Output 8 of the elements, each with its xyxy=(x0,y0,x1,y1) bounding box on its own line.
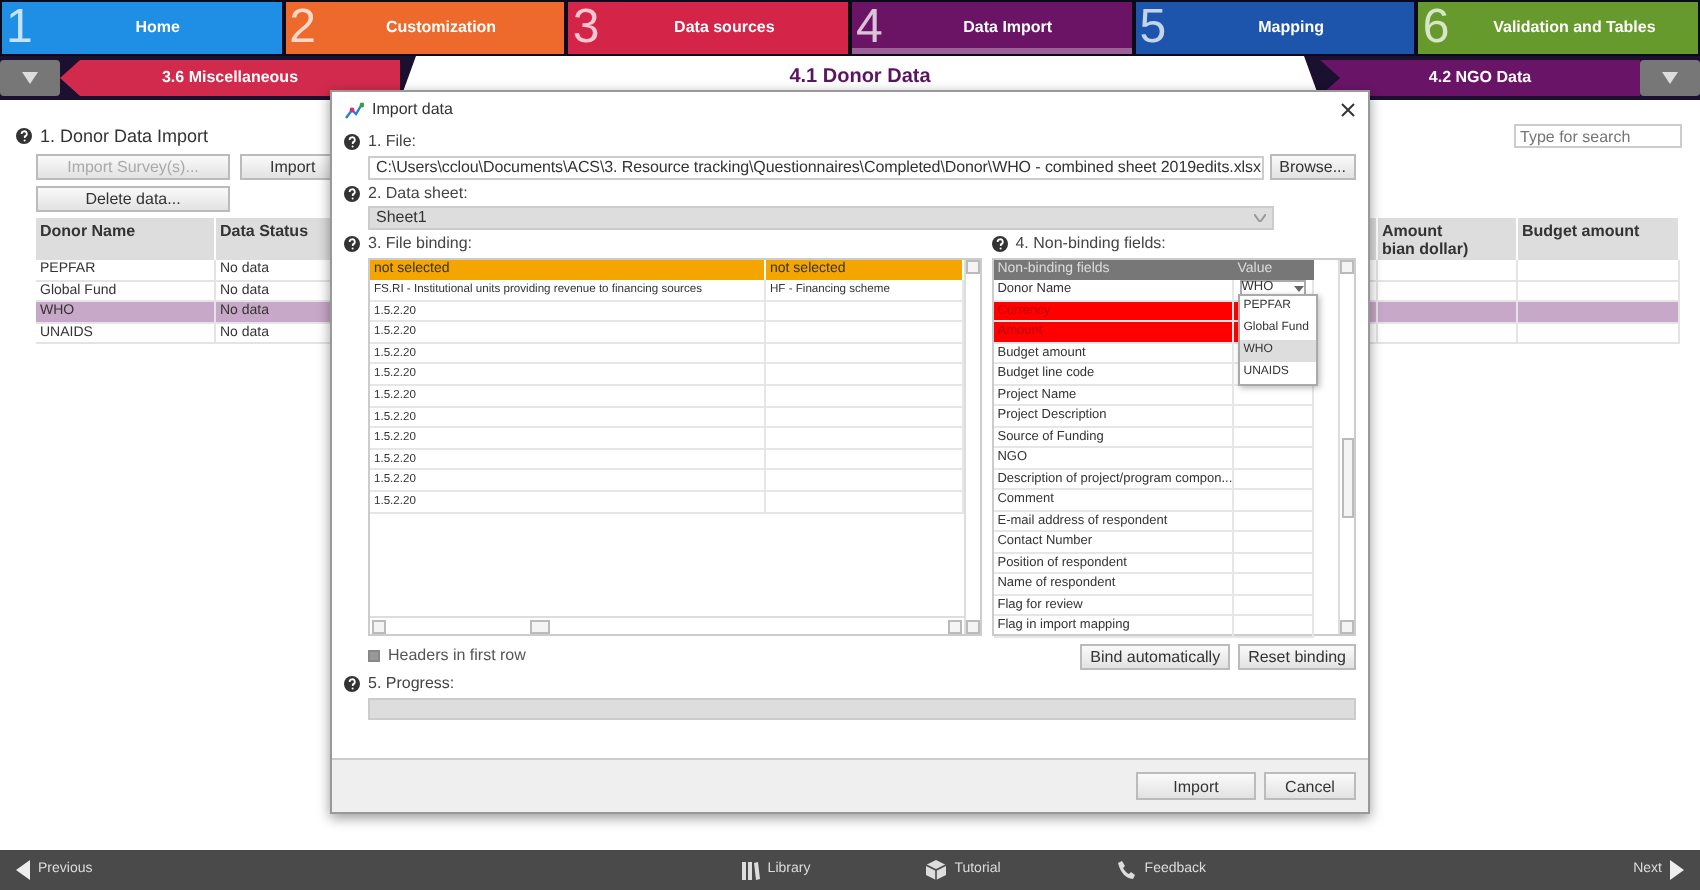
field-label: 3. File binding: xyxy=(368,234,473,254)
field-label: 2. Data sheet: xyxy=(368,184,468,204)
field-label: 4. Non-binding fields: xyxy=(1015,234,1166,254)
field-label: 5. Progress: xyxy=(368,674,455,694)
field-label: 1. File: xyxy=(368,132,417,152)
dialog-title: Import data xyxy=(372,100,455,120)
checkbox-label: Headers in first row xyxy=(388,646,526,665)
section-title: 1. Donor Data Import xyxy=(40,125,209,147)
